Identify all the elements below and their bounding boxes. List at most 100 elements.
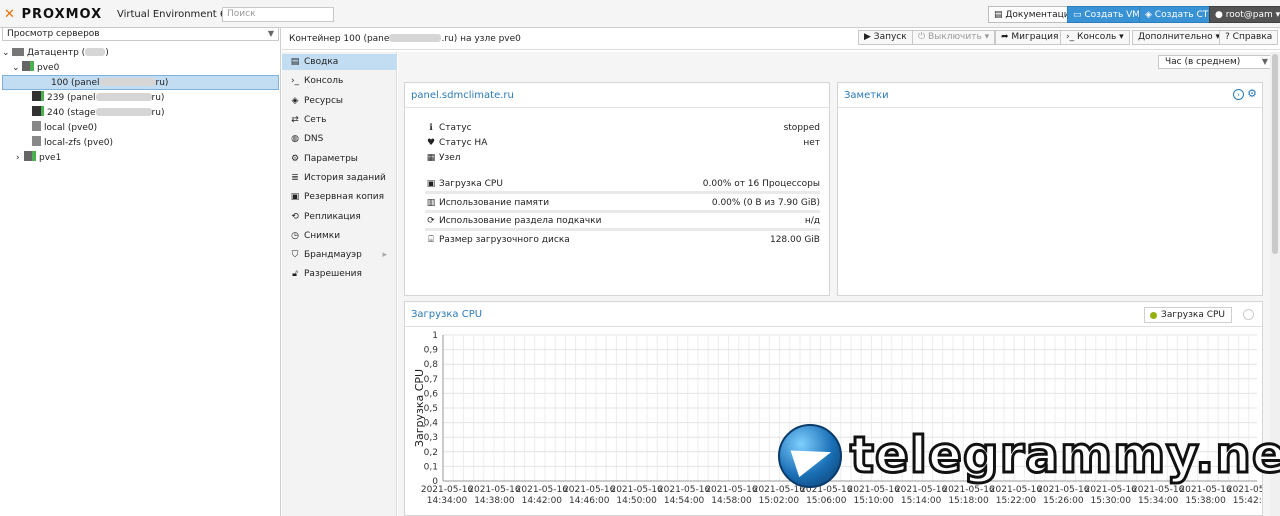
tree-item-datacenter[interactable]: ⌄ Датацентр () — [2, 46, 279, 61]
storage-icon — [32, 136, 41, 146]
x-tick-date: 2021-05-16 — [516, 485, 569, 495]
x-tick-time: 14:34:00 — [427, 496, 468, 506]
x-tick-time: 15:10:00 — [853, 496, 894, 506]
scrollbar-thumb[interactable] — [1272, 54, 1278, 254]
bootdisk-row: ⌸ Размер загрузочного диска 128.00 GiB — [425, 233, 820, 247]
start-button[interactable]: ▶ Запуск — [858, 30, 913, 45]
tree-item-pve1[interactable]: › pve1 — [2, 151, 279, 166]
panel-title: panel.sdmclimate.ru — [411, 90, 514, 101]
telegrammy-watermark: telegrammy.net — [778, 424, 1280, 490]
memory-row: ▥ Использование памяти 0.00% (0 B из 7.90 … — [426, 198, 820, 208]
expand-circle-icon[interactable]: › — [1233, 89, 1244, 100]
globe-icon: ◍ — [291, 134, 299, 144]
x-tick-date: 2021-05-16 — [563, 485, 616, 495]
nav-backup[interactable]: ▣ Резервная копия — [282, 189, 397, 205]
status-row: ℹ Статус stopped — [425, 121, 820, 135]
more-button[interactable]: Дополнительно ▾ — [1132, 30, 1227, 45]
book-icon: ▤ — [994, 10, 1003, 20]
cube-icon: ◈ — [291, 96, 299, 106]
datacenter-icon — [12, 48, 24, 56]
x-tick-time: 14:46:00 — [569, 496, 610, 506]
x-tick-time: 15:34:00 — [1138, 496, 1179, 506]
container-toolbar: Контейнер 100 (pane .ru) на узле pve0 ▶ З… — [282, 28, 1280, 50]
x-tick-date: 2021-05-16 — [610, 485, 663, 495]
circle-icon[interactable] — [1243, 309, 1254, 320]
cpu-icon: ▣ — [426, 179, 436, 189]
y-tick-label: 0,1 — [424, 462, 438, 472]
container-running-icon — [32, 106, 44, 116]
nav-firewall[interactable]: ⛉ Брандмауэр ▸ — [282, 247, 397, 263]
timeframe-select[interactable]: Час (в среднем) ▼ — [1158, 55, 1273, 69]
help-button[interactable]: ? Справка — [1219, 30, 1279, 45]
refresh-icon: ⟳ — [427, 216, 435, 226]
top-header: ✕ PROXMOX Virtual Environment 6.4-4 Поис… — [0, 0, 1280, 28]
x-tick-time: 15:14:00 — [901, 496, 942, 506]
chevron-down-icon: ▾ — [1119, 32, 1124, 42]
tree-item-ct-100[interactable]: 100 (panel ru) — [2, 75, 279, 90]
nav-summary[interactable]: ▤ Сводка — [282, 54, 397, 70]
y-tick-label: 0,8 — [424, 360, 439, 370]
chart-legend-item[interactable]: Загрузка CPU — [1144, 307, 1232, 323]
shield-icon: ⛉ — [291, 250, 299, 260]
nav-console[interactable]: ›_ Консоль — [282, 73, 397, 89]
swap-usage-bar — [425, 228, 820, 231]
x-tick-time: 15:06:00 — [806, 496, 847, 506]
panel-title: Загрузка CPU — [411, 309, 483, 320]
tree-item-pve0[interactable]: ⌄ pve0 — [2, 61, 279, 76]
cpu-row: ▣ Загрузка CPU 0.00% от 16 Процессоры — [426, 179, 820, 189]
nav-resources[interactable]: ◈ Ресурсы — [282, 93, 397, 109]
gear-icon: ⚙ — [290, 154, 300, 164]
tree-item-ct-240[interactable]: 240 (stage ru) — [2, 106, 279, 121]
container-running-icon — [32, 91, 44, 101]
y-tick-label: 1 — [432, 331, 438, 341]
paper-plane-icon — [790, 438, 836, 478]
globe-logo-icon — [778, 424, 842, 488]
info-icon: ℹ — [429, 123, 433, 133]
shutdown-button[interactable]: ⏻ Выключить ▾ — [912, 30, 996, 45]
heartbeat-icon: ♥ — [426, 138, 436, 148]
chevron-right-icon: ▸ — [382, 250, 387, 260]
monitor-icon: ▭ — [1073, 10, 1082, 20]
nav-permissions[interactable]: 🔓︎ Разрешения — [282, 266, 397, 282]
create-ct-button[interactable]: ◈ Создать CT — [1139, 6, 1215, 23]
cube-icon: ◈ — [1145, 10, 1152, 20]
terminal-icon: ›_ — [290, 76, 300, 86]
nav-options[interactable]: ⚙ Параметры — [282, 151, 397, 167]
page-title: Контейнер 100 (pane .ru) на узле pve0 — [289, 34, 521, 44]
proxmox-logo[interactable]: ✕ PROXMOX — [4, 7, 102, 22]
tree-item-storage-local[interactable]: local (pve0) — [2, 121, 279, 136]
list-icon: ≣ — [291, 173, 299, 183]
terminal-icon: ›_ — [1066, 32, 1075, 42]
view-select[interactable]: Просмотр серверов ▼ — [2, 27, 279, 41]
watermark-text: telegrammy.net — [849, 425, 1280, 486]
nav-dns[interactable]: ◍ DNS — [282, 131, 397, 147]
migrate-button[interactable]: ➦ Миграция — [995, 30, 1065, 45]
tree-item-storage-local-zfs[interactable]: local-zfs (pve0) — [2, 136, 279, 151]
nav-replication[interactable]: ⟲ Репликация — [282, 209, 397, 225]
panel-title: Заметки — [844, 90, 889, 101]
collapse-icon: ⌄ — [2, 48, 10, 58]
x-tick-time: 15:38:00 — [1185, 496, 1226, 506]
user-icon: ● — [1215, 10, 1223, 20]
chevron-down-icon: ▼ — [267, 29, 274, 38]
x-tick-time: 15:30:00 — [1091, 496, 1132, 506]
x-tick-date: 2021-05-16 — [658, 485, 711, 495]
send-icon: ➦ — [1001, 32, 1009, 42]
x-tick-time: 15:18:00 — [948, 496, 989, 506]
gear-icon[interactable]: ⚙ — [1247, 87, 1257, 100]
ha-status-row: ♥ Статус HA нет — [426, 138, 820, 148]
storage-icon — [32, 121, 41, 131]
x-tick-time: 15:02:00 — [759, 496, 800, 506]
nav-snapshots[interactable]: ◷ Снимки — [282, 228, 397, 244]
create-vm-button[interactable]: ▭ Создать VM — [1067, 6, 1147, 23]
nav-task-history[interactable]: ≣ История заданий — [282, 170, 397, 186]
user-menu-button[interactable]: ● root@pam ▾ — [1209, 6, 1280, 23]
nav-network[interactable]: ⇄ Сеть — [282, 112, 397, 128]
question-icon: ? — [1225, 32, 1230, 42]
console-button[interactable]: ›_ Консоль ▾ — [1060, 30, 1130, 45]
play-icon: ▶ — [864, 32, 871, 42]
retweet-icon: ⟲ — [291, 212, 299, 222]
memory-usage-bar — [425, 210, 820, 213]
search-input[interactable]: Поиск — [222, 7, 334, 22]
tree-item-ct-239[interactable]: 239 (panel ru) — [2, 91, 279, 106]
